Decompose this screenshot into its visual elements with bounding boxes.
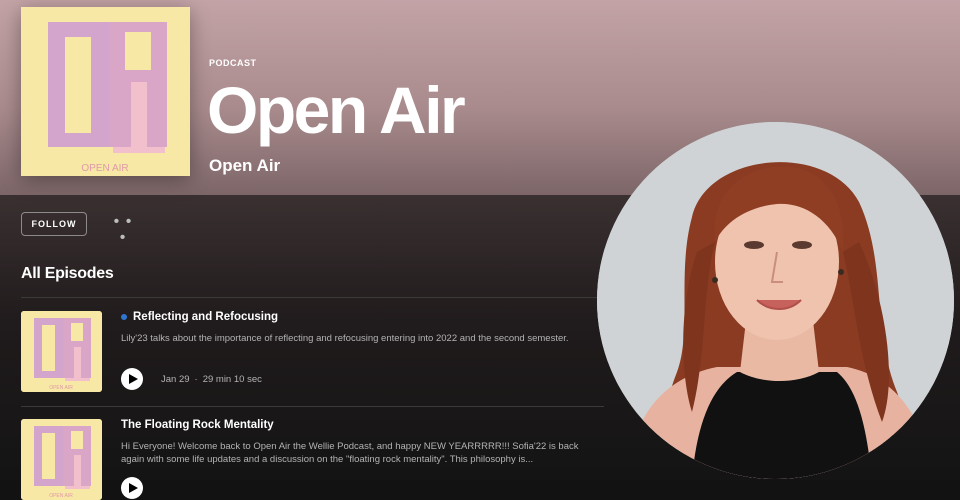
play-icon [129, 374, 138, 384]
play-button[interactable] [121, 477, 143, 499]
play-button[interactable] [121, 368, 143, 390]
thumb-text: OPEN AIR [49, 493, 73, 499]
episode-description: Lily'23 talks about the importance of re… [121, 333, 569, 344]
follow-button[interactable]: FOLLOW [21, 212, 87, 236]
episode-title[interactable]: Reflecting and Refocusing [121, 311, 278, 323]
divider [21, 406, 604, 407]
episode-meta [121, 477, 143, 499]
show-type-label: PODCAST [209, 58, 257, 68]
episode-row[interactable]: OPEN AIR Reflecting and Refocusing Lily'… [21, 311, 604, 396]
episode-title[interactable]: The Floating Rock Mentality [121, 419, 274, 431]
episode-meta: Jan 29 · 29 min 10 sec [121, 368, 262, 390]
episode-thumbnail: OPEN AIR [21, 311, 102, 392]
more-options-button[interactable]: • • • [110, 214, 136, 246]
podcast-cover-art: OPEN AIR [21, 7, 190, 176]
episode-row[interactable]: OPEN AIR The Floating Rock Mentality Hi … [21, 419, 604, 500]
divider [21, 297, 604, 298]
publisher-link[interactable]: Open Air [209, 156, 280, 176]
meta-separator: · [194, 373, 198, 385]
episode-description: Hi Everyone! Welcome back to Open Air th… [121, 441, 579, 465]
cover-text: OPEN AIR [81, 163, 128, 174]
thumb-text: OPEN AIR [49, 385, 73, 391]
episode-date: Jan 29 [161, 373, 190, 385]
new-episode-dot [121, 314, 127, 320]
episode-thumbnail: OPEN AIR [21, 419, 102, 500]
host-photo [597, 122, 954, 479]
page-title: Open Air [207, 73, 466, 147]
play-icon [129, 483, 138, 493]
episode-duration: 29 min 10 sec [202, 373, 262, 385]
episode-title-text: Reflecting and Refocusing [133, 311, 279, 323]
section-title: All Episodes [21, 265, 114, 282]
